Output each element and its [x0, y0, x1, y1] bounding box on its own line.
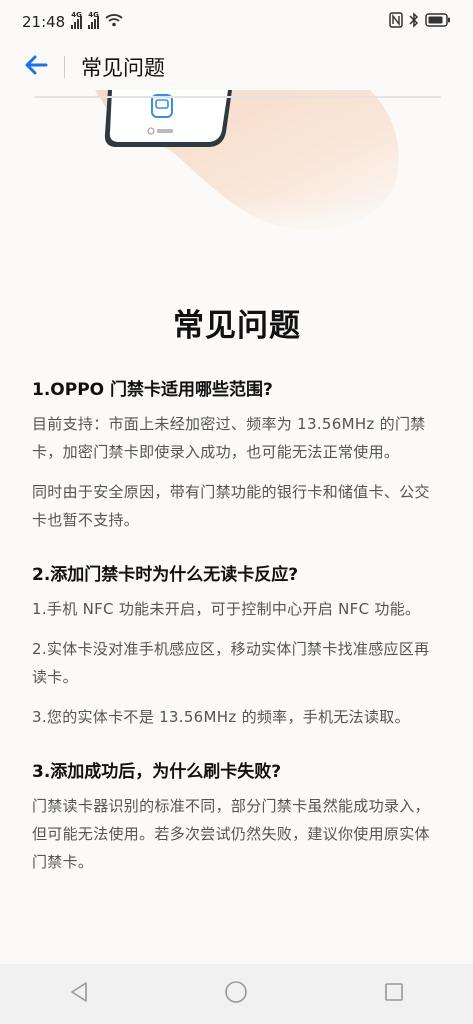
hero-illustration — [0, 90, 473, 250]
recents-square-icon — [384, 982, 404, 1006]
network-type-label: 4G — [71, 11, 82, 19]
back-triangle-icon — [69, 981, 89, 1007]
status-time: 21:48 — [22, 13, 66, 31]
faq-heading: 常见问题 — [173, 308, 301, 344]
faq-answer-paragraph: 1.手机 NFC 功能未开启，可于控制中心开启 NFC 功能。 — [32, 600, 421, 618]
faq-item: 2.添加门禁卡时为什么无读卡反应? 1.手机 NFC 功能未开启，可于控制中心开… — [32, 560, 442, 731]
faq-answer-paragraph: 3.您的实体卡不是 13.56MHz 的频率，手机无法读取。 — [32, 708, 410, 726]
faq-item: 3.添加成功后，为什么刷卡失败? 门禁读卡器识别的标准不同，部分门禁卡虽然能成功… — [32, 757, 442, 876]
app-header: 常见问题 — [0, 44, 473, 90]
network-type-label: 4G — [88, 11, 99, 19]
nav-home-button[interactable] — [216, 974, 256, 1014]
arrow-left-icon — [24, 55, 48, 79]
nfc-icon — [389, 12, 403, 32]
faq-answer-paragraph: 2.实体卡没对准手机感应区，移动实体门禁卡找准感应区再读卡。 — [32, 640, 430, 686]
faq-question: 1.OPPO 门禁卡适用哪些范围? — [32, 380, 273, 400]
nav-recents-button[interactable] — [374, 974, 414, 1014]
bluetooth-icon — [409, 12, 419, 32]
header-divider — [64, 56, 65, 78]
hero-divider — [34, 96, 441, 98]
system-nav-bar — [0, 964, 473, 1024]
status-right — [389, 12, 451, 32]
faq-answer-paragraph: 目前支持：市面上未经加密过、频率为 13.56MHz 的门禁卡，加密门禁卡即使录… — [32, 415, 426, 461]
page-title: 常见问题 — [81, 56, 165, 80]
faq-question: 2.添加门禁卡时为什么无读卡反应? — [32, 565, 299, 585]
home-circle-icon — [224, 980, 248, 1008]
status-bar: 21:48 4G 4G — [0, 0, 473, 44]
faq-question: 3.添加成功后，为什么刷卡失败? — [32, 762, 282, 782]
signal-icon: 4G — [88, 11, 100, 29]
faq-item: 1.OPPO 门禁卡适用哪些范围? 目前支持：市面上未经加密过、频率为 13.5… — [32, 375, 442, 534]
faq-content: 常见问题 1.OPPO 门禁卡适用哪些范围? 目前支持：市面上未经加密过、频率为… — [32, 300, 442, 902]
battery-icon — [425, 13, 451, 31]
wifi-icon — [105, 13, 123, 31]
faq-answer-paragraph: 同时由于安全原因，带有门禁功能的银行卡和储值卡、公交卡也暂不支持。 — [32, 483, 430, 529]
hand-holding-phone-image — [0, 90, 473, 250]
signal-icon: 4G — [71, 11, 83, 29]
back-button[interactable] — [8, 44, 64, 90]
nav-back-button[interactable] — [59, 974, 99, 1014]
faq-answer-paragraph: 门禁读卡器识别的标准不同，部分门禁卡虽然能成功录入，但可能无法使用。若多次尝试仍… — [32, 797, 430, 871]
status-left: 21:48 4G 4G — [22, 11, 123, 31]
